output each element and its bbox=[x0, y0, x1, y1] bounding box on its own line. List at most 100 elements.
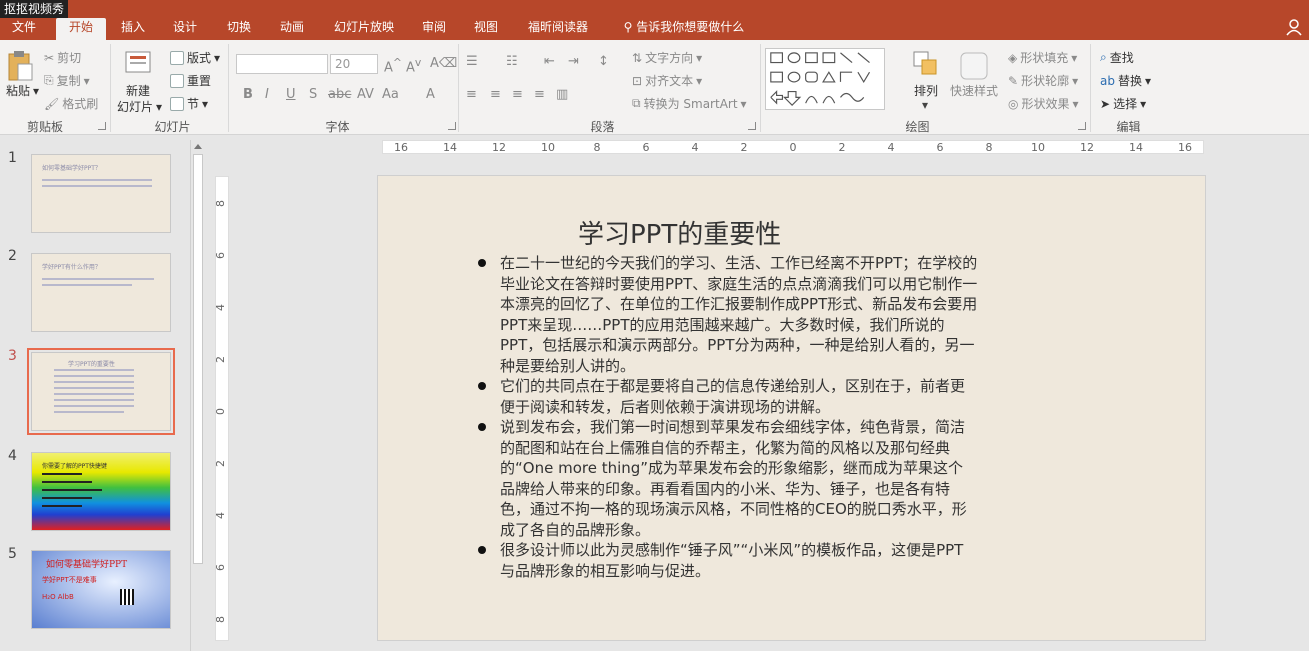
grow-font-icon[interactable]: A^ bbox=[384, 56, 402, 75]
slide-thumbnail-4[interactable]: 你需要了解的PPT快捷键 bbox=[31, 452, 171, 531]
select-button[interactable]: ➤ 选择 ▾ bbox=[1100, 95, 1146, 112]
line-spacing-icon[interactable]: ↕ bbox=[598, 54, 609, 69]
section-button[interactable]: 节 ▾ bbox=[170, 95, 208, 112]
ruler-tick-label: 8 bbox=[214, 616, 227, 623]
smartart-label: 转换为 SmartArt bbox=[643, 97, 738, 111]
paste-icon[interactable] bbox=[6, 50, 34, 82]
new-slide-button[interactable]: 新建 bbox=[126, 82, 150, 99]
bold-icon[interactable]: B bbox=[243, 87, 253, 102]
strikethrough-icon[interactable]: abc bbox=[328, 87, 351, 102]
increase-indent-icon[interactable]: ⇥ bbox=[568, 54, 579, 69]
chevron-down-icon: ▾ bbox=[202, 96, 209, 111]
tab-insert[interactable]: 插入 bbox=[112, 18, 154, 40]
quick-styles-button[interactable]: 快速样式 bbox=[950, 82, 998, 99]
ruler-tick-label: 4 bbox=[214, 304, 227, 311]
layout-button[interactable]: 版式 ▾ bbox=[170, 49, 220, 66]
thumb-text-line bbox=[42, 473, 82, 475]
tab-view[interactable]: 视图 bbox=[466, 18, 506, 40]
slide-thumbnail-5[interactable]: 如何零基础学好PPT 学好PPT不是难事 H₂O AlbB bbox=[31, 550, 171, 629]
decrease-indent-icon[interactable]: ⇤ bbox=[544, 54, 555, 69]
paragraph-launcher-icon[interactable] bbox=[748, 122, 756, 130]
shadow-icon[interactable]: S bbox=[309, 87, 317, 102]
new-slide-icon[interactable] bbox=[124, 48, 154, 78]
thumb-text-line bbox=[42, 505, 82, 507]
replace-button[interactable]: ab 替换 ▾ bbox=[1100, 72, 1151, 89]
thumb-title: 学习PPT的重要性 bbox=[68, 361, 115, 368]
tab-transitions[interactable]: 切换 bbox=[218, 18, 260, 40]
numbering-icon[interactable]: ☷ bbox=[506, 54, 518, 69]
text-direction-button[interactable]: ⇅ 文字方向 ▾ bbox=[632, 49, 702, 66]
paste-button[interactable]: 粘贴 ▾ bbox=[6, 82, 39, 99]
font-color-icon[interactable]: A bbox=[426, 87, 435, 102]
slide-canvas[interactable]: 学习PPT的重要性 在二十一世纪的今天我们的学习、生活、工作已经离不开PPT；在… bbox=[377, 175, 1206, 641]
user-account-icon[interactable] bbox=[1285, 18, 1303, 36]
thumb-text-line bbox=[54, 393, 134, 395]
align-right-icon[interactable]: ≡ bbox=[512, 87, 523, 102]
slide-title[interactable]: 学习PPT的重要性 bbox=[578, 214, 781, 251]
slide-body[interactable]: 在二十一世纪的今天我们的学习、生活、工作已经离不开PPT；在学校的毕业论文在答辩… bbox=[478, 253, 978, 581]
bullet-item[interactable]: 很多设计师以此为灵感制作“锤子风”“小米风”的模板作品，这便是PPT与品牌形象的… bbox=[478, 540, 978, 581]
arrange-icon[interactable] bbox=[912, 50, 942, 80]
find-button[interactable]: ⌕ 查找 bbox=[1100, 49, 1134, 66]
align-left-icon[interactable]: ≡ bbox=[466, 87, 477, 102]
align-center-icon[interactable]: ≡ bbox=[490, 87, 501, 102]
align-text-button[interactable]: ⊡ 对齐文本 ▾ bbox=[632, 72, 702, 89]
ruler-tick-label: 16 bbox=[394, 141, 408, 154]
italic-icon[interactable]: I bbox=[265, 87, 269, 102]
scroll-up-icon[interactable] bbox=[194, 144, 202, 149]
justify-icon[interactable]: ≡ bbox=[534, 87, 545, 102]
tab-review[interactable]: 审阅 bbox=[414, 18, 454, 40]
bullet-item[interactable]: 它们的共同点在于都是要将自己的信息传递给别人，区别在于，前者更便于阅读和转发，后… bbox=[478, 376, 978, 417]
new-slide-dropdown[interactable]: 幻灯片 ▾ bbox=[117, 98, 162, 115]
tab-home[interactable]: 开始 bbox=[56, 18, 106, 40]
ruler-tick-label: 8 bbox=[593, 141, 601, 154]
scrollbar-thumb[interactable] bbox=[193, 154, 203, 564]
layout-label: 版式 bbox=[187, 51, 212, 65]
group-separator bbox=[228, 44, 229, 132]
slide-thumbnail-3[interactable]: 学习PPT的重要性 bbox=[27, 348, 175, 435]
shape-effects-button[interactable]: ◎ 形状效果 ▾ bbox=[1008, 95, 1079, 112]
change-case-button[interactable]: Aa bbox=[382, 87, 399, 102]
bullets-icon[interactable]: ☰ bbox=[466, 54, 478, 69]
tell-me-search[interactable]: ⚲ 告诉我你想要做什么 bbox=[614, 18, 754, 40]
slide-thumbnail-2[interactable]: 学好PPT有什么作用？ bbox=[31, 253, 171, 332]
bullet-item[interactable]: 在二十一世纪的今天我们的学习、生活、工作已经离不开PPT；在学校的毕业论文在答辩… bbox=[478, 253, 978, 376]
char-spacing-icon[interactable]: AV bbox=[357, 87, 374, 102]
tab-design[interactable]: 设计 bbox=[164, 18, 206, 40]
clipboard-launcher-icon[interactable] bbox=[98, 122, 106, 130]
shrink-font-icon[interactable]: Av bbox=[406, 56, 421, 75]
shapes-gallery[interactable] bbox=[765, 48, 885, 110]
tab-slideshow[interactable]: 幻灯片放映 bbox=[326, 18, 402, 40]
thumb-title: 你需要了解的PPT快捷键 bbox=[42, 463, 107, 470]
font-launcher-icon[interactable] bbox=[448, 122, 456, 130]
slide-thumbnail-1[interactable]: 如何零基础学好PPT？ bbox=[31, 154, 171, 233]
ruler-tick-label: 6 bbox=[214, 252, 227, 259]
cut-button[interactable]: ✂ 剪切 bbox=[44, 49, 81, 66]
copy-button[interactable]: ⎘ 复制 ▾ bbox=[44, 72, 90, 89]
format-painter-label: 格式刷 bbox=[62, 97, 99, 111]
chevron-down-icon: ▾ bbox=[696, 73, 703, 88]
tab-foxit[interactable]: 福昕阅读器 bbox=[520, 18, 596, 40]
select-label: 选择 bbox=[1113, 97, 1138, 111]
quick-styles-icon[interactable] bbox=[958, 50, 990, 82]
thumbnail-scrollbar[interactable] bbox=[190, 140, 205, 651]
format-painter-button[interactable]: 🖌 格式刷 bbox=[44, 95, 98, 112]
font-size-combo[interactable]: 20 bbox=[330, 54, 378, 74]
reset-button[interactable]: 重置 bbox=[170, 72, 211, 89]
clear-format-icon[interactable]: A⌫ bbox=[430, 56, 457, 71]
shape-fill-button[interactable]: ◈ 形状填充 ▾ bbox=[1008, 49, 1077, 66]
bullet-item[interactable]: 说到发布会，我们第一时间想到苹果发布会细线字体，纯色背景，简洁的配图和站在台上儒… bbox=[478, 417, 978, 540]
thumb-text-line bbox=[42, 284, 132, 286]
arrange-button[interactable]: 排列 bbox=[914, 82, 938, 99]
ruler-tick-label: 12 bbox=[1080, 141, 1094, 154]
columns-icon[interactable]: ▥ bbox=[556, 87, 568, 102]
smartart-button[interactable]: ⧉ 转换为 SmartArt ▾ bbox=[632, 95, 747, 112]
shape-outline-button[interactable]: ✎ 形状轮廓 ▾ bbox=[1008, 72, 1078, 89]
thumb-number: 3 bbox=[8, 348, 17, 364]
font-family-combo[interactable] bbox=[236, 54, 328, 74]
drawing-launcher-icon[interactable] bbox=[1078, 122, 1086, 130]
tab-animations[interactable]: 动画 bbox=[270, 18, 314, 40]
underline-icon[interactable]: U bbox=[286, 87, 296, 102]
tab-file[interactable]: 文件 bbox=[4, 18, 44, 40]
paste-label: 粘贴 bbox=[6, 84, 31, 98]
